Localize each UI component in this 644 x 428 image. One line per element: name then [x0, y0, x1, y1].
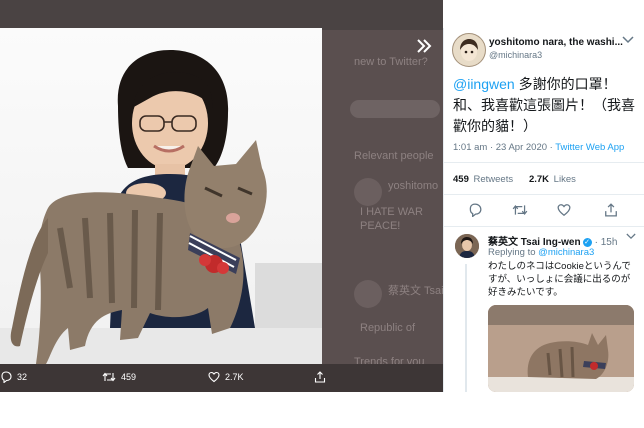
mention-link[interactable]: @iingwen — [453, 76, 515, 92]
divider — [443, 226, 644, 227]
thread-line — [465, 264, 467, 392]
tweet-photo[interactable] — [0, 28, 322, 364]
reply-icon — [469, 203, 482, 217]
share-icon — [605, 203, 617, 217]
author-handle[interactable]: @michinara3 — [489, 50, 542, 60]
divider — [443, 162, 644, 163]
retweets-label: Retweets — [473, 174, 514, 185]
reply-count: 32 — [17, 372, 28, 382]
more-options-button[interactable] — [622, 36, 634, 44]
reply-time[interactable]: · 15h — [595, 237, 618, 248]
retweet-icon — [102, 371, 116, 383]
replying-handle[interactable]: @michinara3 — [538, 247, 594, 258]
background-button — [350, 100, 440, 118]
double-chevron-right-icon — [417, 39, 432, 53]
avatar-drawing — [455, 234, 479, 258]
tweet-timestamp[interactable]: 1:01 am · 23 Apr 2020 · — [453, 142, 553, 153]
replying-to: Replying to @michinara3 — [488, 247, 594, 258]
divider — [443, 194, 644, 195]
author-name[interactable]: yoshitomo nara, the washi... — [489, 37, 623, 48]
reply-action[interactable]: 32 — [0, 371, 27, 383]
retweet-action[interactable]: 459 — [102, 371, 136, 383]
share-action[interactable] — [314, 371, 326, 383]
like-count: 2.7K — [225, 372, 244, 382]
avatar-drawing — [453, 34, 485, 66]
tweet-meta: 1:01 am · 23 Apr 2020 · Twitter Web App — [453, 142, 624, 153]
reply-text: わたしのネコはCookieというんですが、いっしょに会議に出るのが好きみたいです… — [488, 261, 631, 298]
verified-badge-icon: ✓ — [582, 237, 592, 247]
likes-stat[interactable]: 2.7K Likes — [529, 174, 576, 185]
retweet-count: 459 — [121, 372, 137, 382]
likes-label: Likes — [553, 174, 576, 185]
background-text: PEACE! — [360, 220, 401, 232]
reply-photo[interactable] — [488, 305, 634, 392]
tweet-actions — [443, 203, 644, 221]
heart-icon — [557, 204, 571, 217]
collapse-panel-button[interactable] — [412, 34, 436, 58]
background-text: Relevant people — [354, 150, 434, 162]
background-text: I HATE WAR — [360, 206, 423, 218]
retweets-stat[interactable]: 459 Retweets — [453, 174, 513, 185]
background-text: yoshitomo — [388, 180, 439, 192]
replying-prefix: Replying to — [488, 247, 536, 258]
tweet-source[interactable]: Twitter Web App — [555, 142, 624, 153]
reply-header: 蔡英文 Tsai Ing-wen ✓ · 15h — [488, 233, 617, 248]
background-text: 蔡英文 Tsai — [388, 285, 444, 297]
cat-photo-drawing — [488, 305, 634, 392]
share-button[interactable] — [604, 203, 618, 217]
reply-more-button[interactable] — [626, 233, 636, 240]
share-icon — [314, 371, 326, 383]
tweet-text: @iingwen 多謝你的口罩！和、我喜歡這張圖片！（我喜歡你的貓！） — [453, 74, 638, 137]
reply-icon — [0, 371, 12, 383]
heart-icon — [208, 371, 220, 383]
background-text: Republic of — [360, 322, 416, 334]
reply-author-avatar[interactable] — [455, 234, 479, 258]
background-avatar — [354, 280, 382, 308]
reply-button[interactable] — [468, 203, 482, 217]
tweet-stats: 459 Retweets 2.7K Likes — [453, 174, 576, 185]
chevron-down-icon — [622, 36, 634, 44]
like-action[interactable]: 2.7K — [208, 371, 244, 383]
retweets-value: 459 — [453, 174, 469, 185]
likes-value: 2.7K — [528, 174, 550, 185]
photo-illustration — [0, 50, 322, 364]
retweet-icon — [512, 204, 528, 216]
author-avatar[interactable] — [452, 33, 486, 67]
chevron-down-icon — [626, 233, 636, 240]
background-avatar — [354, 178, 382, 206]
media-action-bar: 32 459 2.7K — [0, 364, 443, 392]
like-button[interactable] — [557, 203, 571, 217]
retweet-button[interactable] — [512, 203, 528, 217]
